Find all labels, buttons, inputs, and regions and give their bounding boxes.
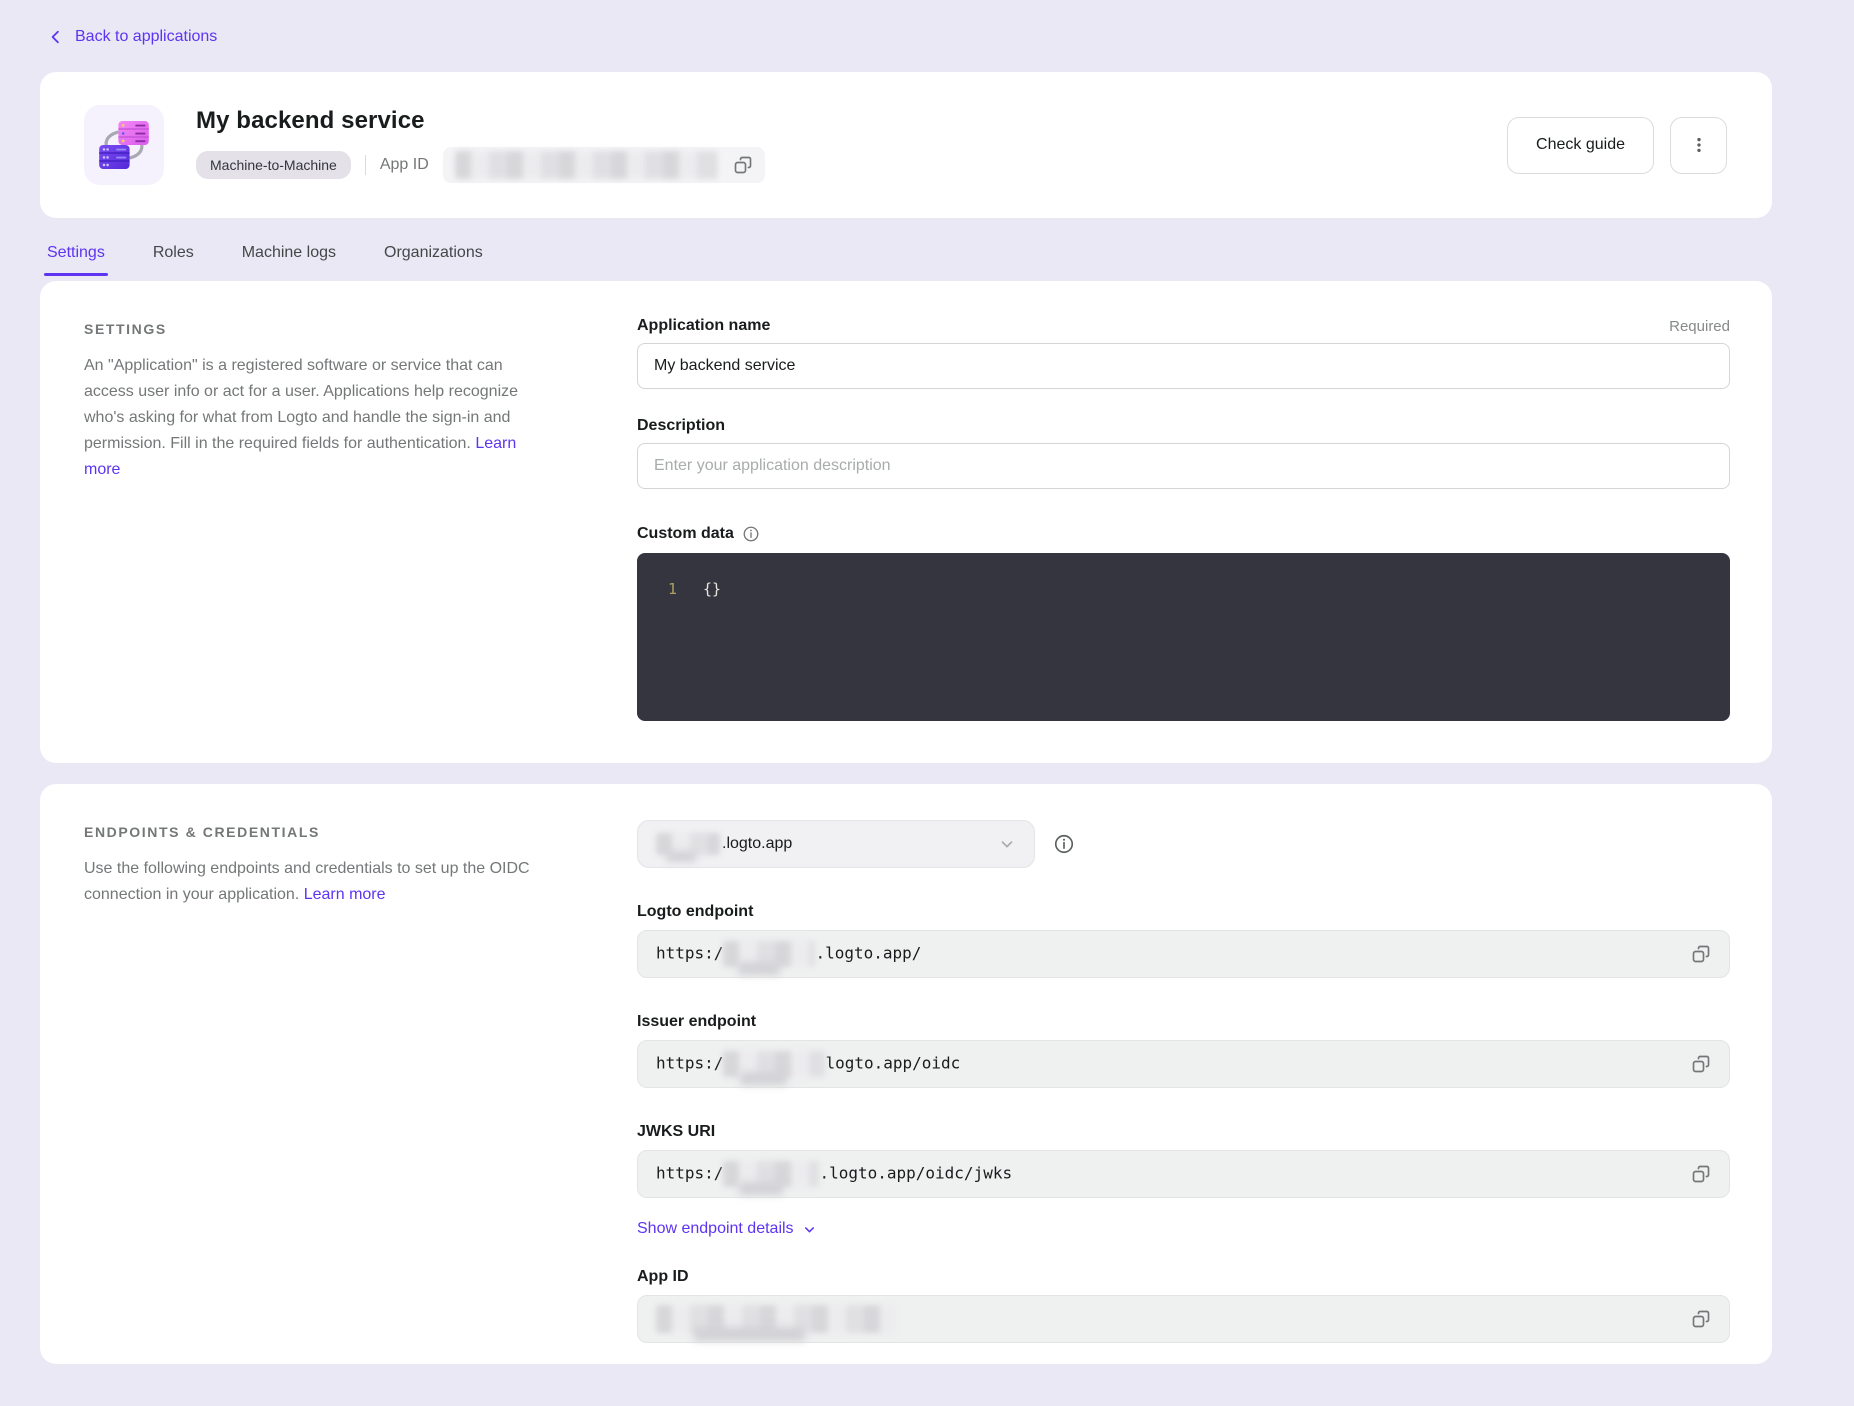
logto-endpoint-prefix: https:/: [656, 944, 723, 963]
logto-endpoint-redacted: [723, 941, 815, 967]
copy-icon[interactable]: [1689, 1052, 1713, 1076]
machine-to-machine-app-icon: [84, 105, 164, 185]
tab-settings[interactable]: Settings: [47, 244, 105, 276]
logto-endpoint-field: https:/ .logto.app/: [637, 930, 1730, 978]
app-id-field-label: App ID: [637, 1268, 1730, 1286]
endpoints-learn-more-link[interactable]: Learn more: [304, 886, 386, 903]
jwks-uri-field: https:/ .logto.app/oidc/jwks: [637, 1150, 1730, 1198]
application-name-label: Application name: [637, 317, 770, 335]
copy-icon[interactable]: [1689, 942, 1713, 966]
jwks-uri-label: JWKS URI: [637, 1123, 1730, 1141]
chevron-down-icon: [998, 835, 1016, 853]
tab-roles[interactable]: Roles: [153, 244, 194, 276]
kebab-menu-icon: [1689, 135, 1709, 155]
jwks-uri-redacted: [723, 1161, 819, 1187]
required-hint: Required: [1669, 318, 1730, 335]
chevron-down-icon: [802, 1222, 817, 1237]
settings-card: SETTINGS An "Application" is a registere…: [40, 281, 1772, 763]
app-type-badge: Machine-to-Machine: [196, 151, 351, 179]
endpoints-section-description: Use the following endpoints and credenti…: [84, 856, 530, 908]
endpoints-credentials-card: ENDPOINTS & CREDENTIALS Use the followin…: [40, 784, 1772, 1364]
description-input[interactable]: [637, 443, 1730, 489]
description-label: Description: [637, 417, 725, 435]
settings-description-column: SETTINGS An "Application" is a registere…: [84, 317, 530, 721]
back-link-label: Back to applications: [75, 28, 217, 46]
issuer-endpoint-redacted: [723, 1051, 825, 1077]
custom-data-label: Custom data: [637, 525, 760, 543]
app-meta-row: Machine-to-Machine App ID: [196, 147, 1507, 183]
logto-endpoint-label: Logto endpoint: [637, 903, 1730, 921]
endpoints-form-column: .logto.app Logto endpoint https:/: [637, 820, 1730, 1343]
app-id-label: App ID: [380, 156, 429, 174]
app-id-field: [637, 1295, 1730, 1343]
domain-select[interactable]: .logto.app: [637, 820, 1035, 868]
settings-section-title: SETTINGS: [84, 321, 530, 337]
app-id-chip: [443, 147, 765, 183]
endpoints-section-title: ENDPOINTS & CREDENTIALS: [84, 824, 530, 840]
tab-bar: Settings Roles Machine logs Organization…: [47, 244, 1772, 276]
page: Back to applications: [40, 0, 1772, 1364]
endpoints-description-column: ENDPOINTS & CREDENTIALS Use the followin…: [84, 820, 530, 1343]
copy-icon[interactable]: [731, 153, 755, 177]
copy-icon[interactable]: [1689, 1307, 1713, 1331]
copy-icon[interactable]: [1689, 1162, 1713, 1186]
app-header-info: My backend service Machine-to-Machine Ap…: [196, 107, 1507, 183]
header-actions: Check guide: [1507, 117, 1727, 174]
check-guide-button[interactable]: Check guide: [1507, 117, 1654, 174]
domain-redacted-prefix: [656, 833, 720, 855]
settings-description-text: An "Application" is a registered softwar…: [84, 357, 518, 452]
domain-select-value: .logto.app: [722, 835, 792, 853]
meta-divider: [365, 155, 366, 175]
info-icon[interactable]: [742, 525, 760, 543]
settings-form-column: Application name Required Description Cu…: [637, 317, 1730, 721]
application-name-input[interactable]: [637, 343, 1730, 389]
page-title: My backend service: [196, 107, 1507, 135]
app-id-redacted-value: [455, 151, 717, 179]
chevron-left-icon: [47, 28, 65, 46]
code-content: {}: [677, 578, 721, 600]
tab-organizations[interactable]: Organizations: [384, 244, 483, 276]
issuer-endpoint-prefix: https:/: [656, 1054, 723, 1073]
issuer-endpoint-field: https:/ logto.app/oidc: [637, 1040, 1730, 1088]
jwks-uri-prefix: https:/: [656, 1164, 723, 1183]
settings-section-description: An "Application" is a registered softwar…: [84, 353, 530, 483]
code-line-number: 1: [637, 578, 677, 600]
jwks-uri-suffix: .logto.app/oidc/jwks: [819, 1164, 1012, 1183]
app-header-card: My backend service Machine-to-Machine Ap…: [40, 72, 1772, 218]
code-line: 1 {}: [637, 578, 1730, 600]
custom-data-editor[interactable]: 1 {}: [637, 553, 1730, 721]
issuer-endpoint-label: Issuer endpoint: [637, 1013, 1730, 1031]
logto-endpoint-suffix: .logto.app/: [815, 944, 921, 963]
issuer-endpoint-suffix: logto.app/oidc: [825, 1054, 960, 1073]
show-endpoint-details-label: Show endpoint details: [637, 1220, 794, 1238]
show-endpoint-details-link[interactable]: Show endpoint details: [637, 1220, 817, 1238]
info-icon[interactable]: [1053, 833, 1075, 855]
tab-machine-logs[interactable]: Machine logs: [242, 244, 336, 276]
custom-data-label-text: Custom data: [637, 525, 734, 543]
kebab-menu-button[interactable]: [1670, 117, 1727, 174]
back-to-applications-link[interactable]: Back to applications: [47, 28, 217, 46]
app-id-field-redacted: [656, 1305, 896, 1333]
